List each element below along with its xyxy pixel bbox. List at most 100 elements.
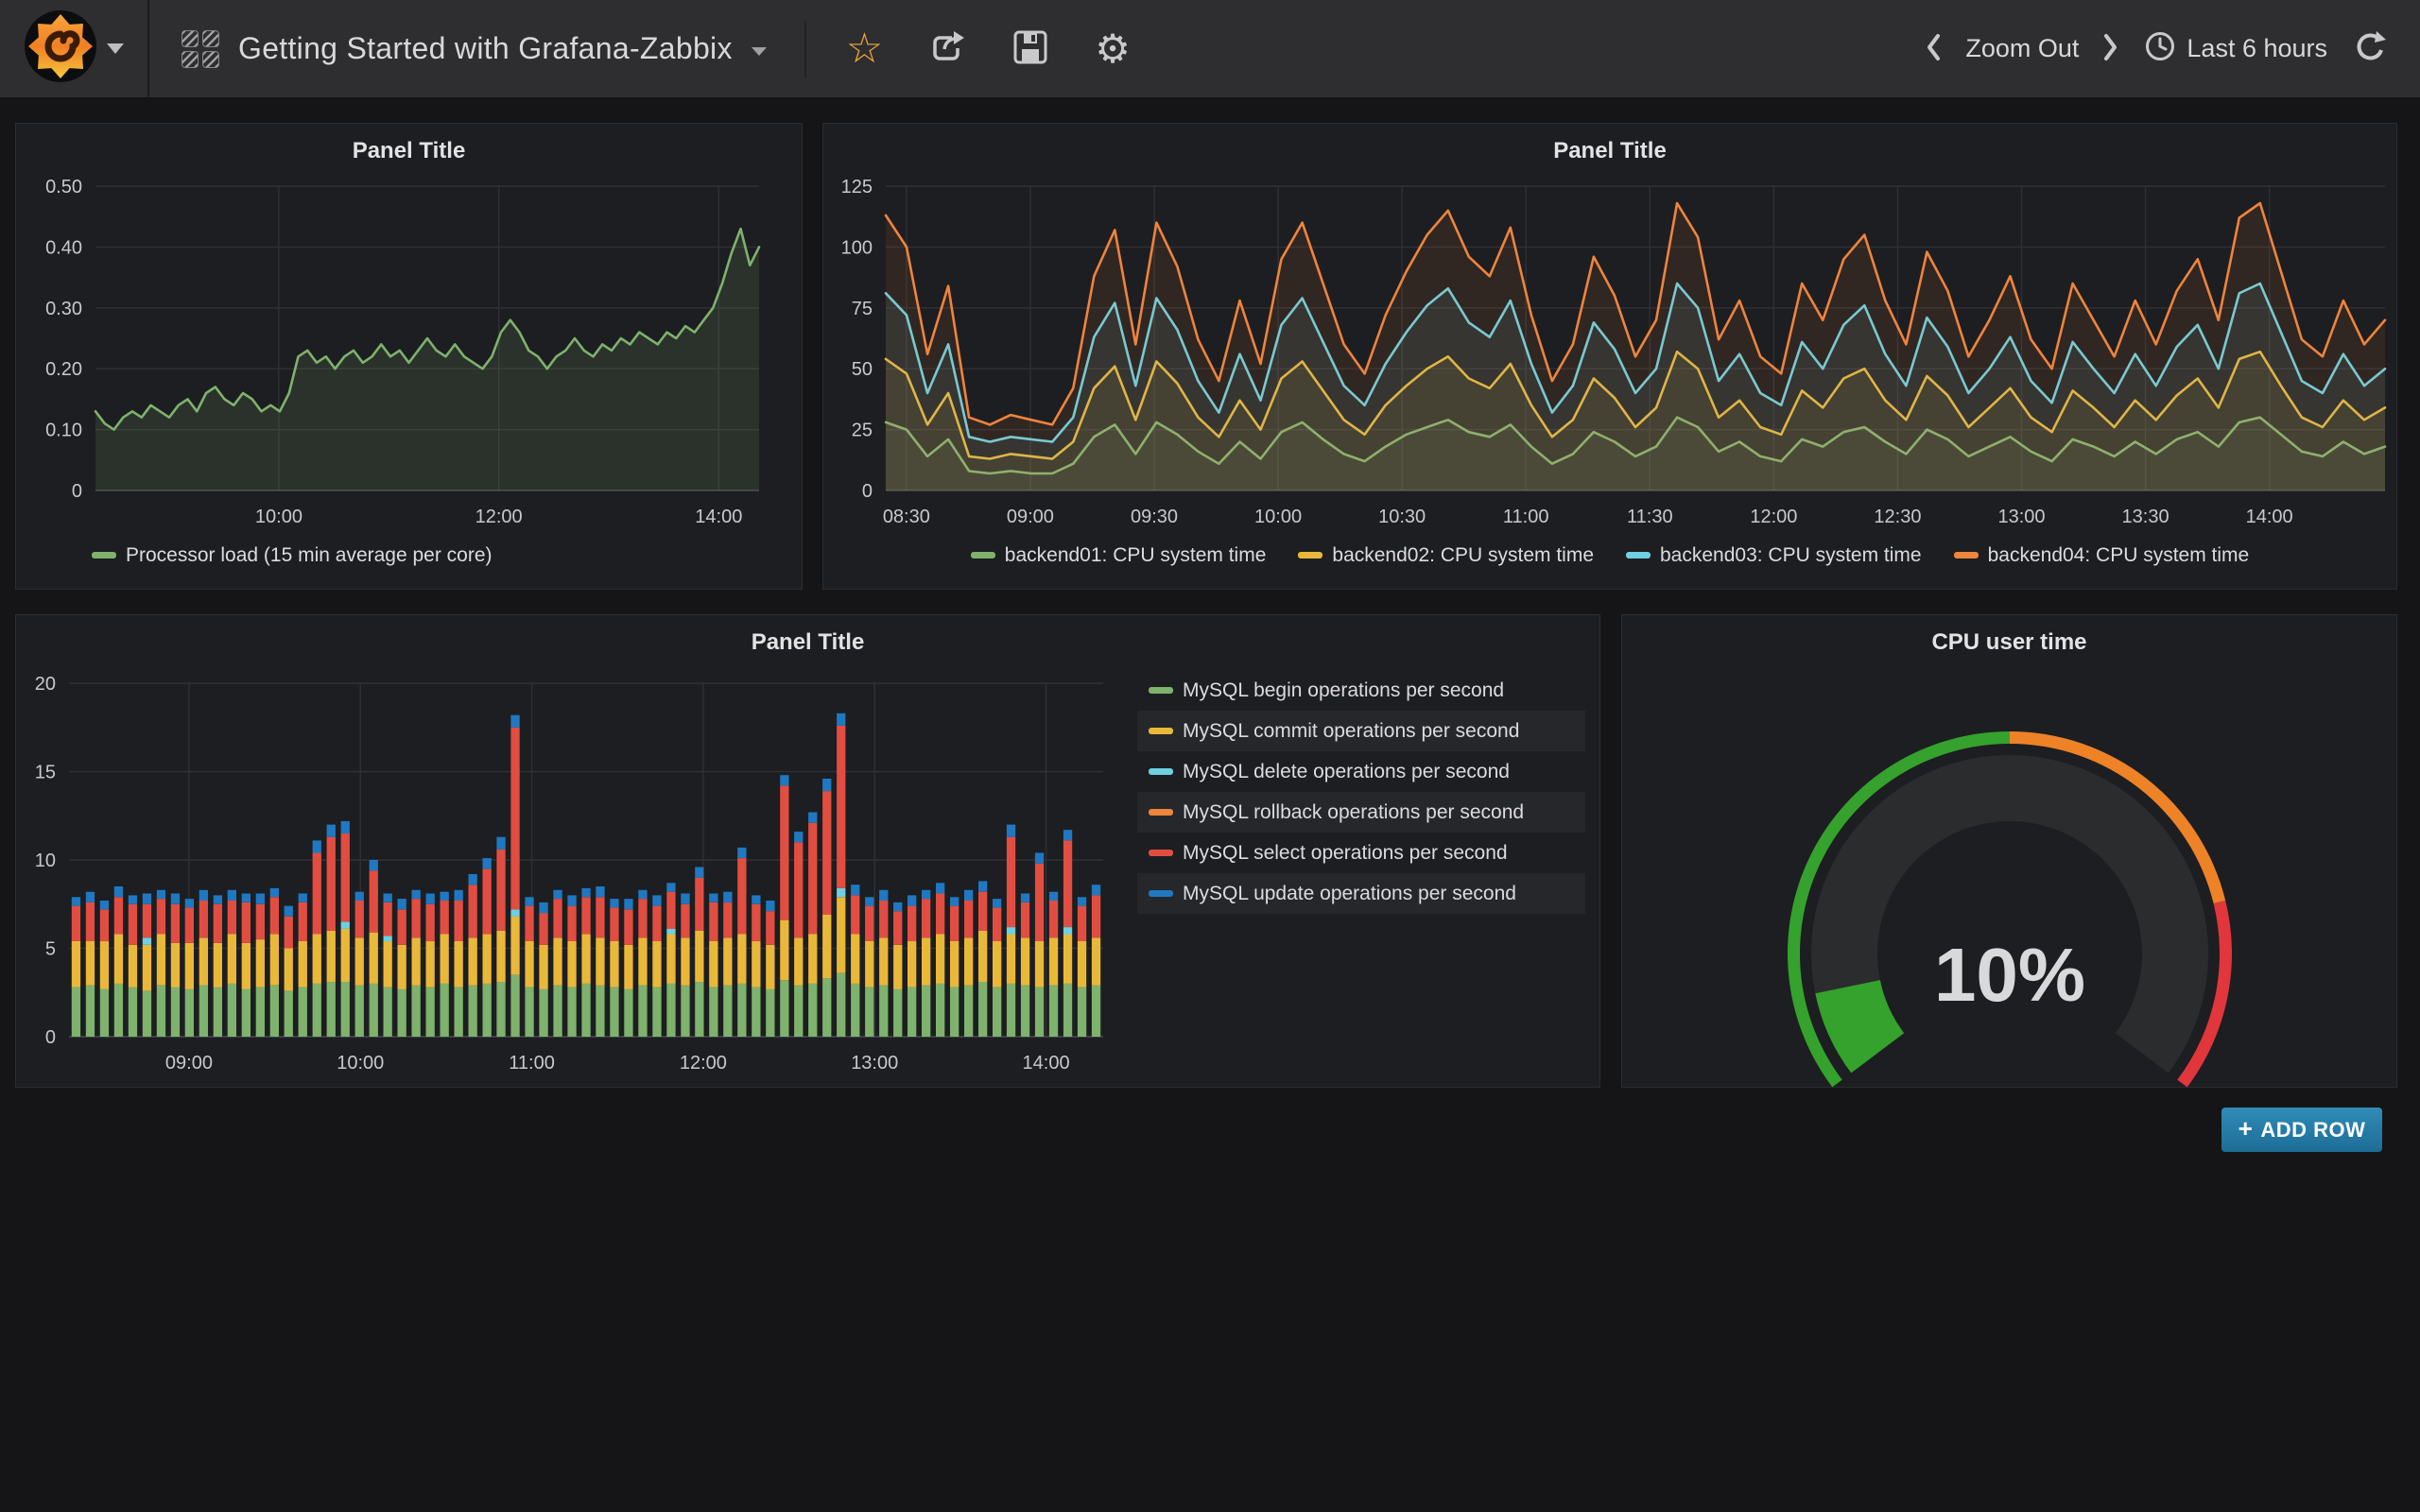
row-toggle-tab[interactable] xyxy=(0,621,12,675)
svg-text:0: 0 xyxy=(45,1027,56,1048)
svg-text:09:00: 09:00 xyxy=(1007,507,1054,527)
svg-text:14:00: 14:00 xyxy=(695,507,742,527)
svg-text:0: 0 xyxy=(72,481,82,502)
dashboard-grid-icon xyxy=(182,30,219,68)
svg-text:100: 100 xyxy=(841,237,873,258)
refresh-icon xyxy=(2352,29,2388,68)
svg-text:50: 50 xyxy=(852,359,873,380)
svg-text:75: 75 xyxy=(852,299,873,319)
svg-text:0.20: 0.20 xyxy=(45,359,82,380)
legend-series-color xyxy=(1626,552,1651,558)
row-toggle-tab[interactable] xyxy=(0,123,12,177)
refresh-button[interactable] xyxy=(2352,29,2388,68)
svg-text:09:00: 09:00 xyxy=(165,1053,213,1074)
svg-text:12:00: 12:00 xyxy=(680,1053,727,1074)
legend-series-label: backend04: CPU system time xyxy=(1988,544,2250,567)
save-button[interactable] xyxy=(1011,28,1049,69)
time-range-label: Last 6 hours xyxy=(2187,34,2327,63)
legend-item[interactable]: backend03: CPU system time xyxy=(1626,544,1922,567)
legend-series-color xyxy=(92,552,116,558)
time-controls: Zoom Out Last 6 hours xyxy=(1926,29,2420,68)
svg-text:0.10: 0.10 xyxy=(45,421,82,441)
legend-series-color xyxy=(1149,687,1173,694)
legend-series-color xyxy=(1149,850,1173,856)
legend-item[interactable]: backend02: CPU system time xyxy=(1298,544,1594,567)
chevron-right-icon xyxy=(2103,32,2118,65)
zoom-out-button[interactable]: Zoom Out xyxy=(1965,34,2079,63)
cpu-system-time-chart[interactable]: 025507510012508:3009:0009:3010:0010:3011… xyxy=(823,124,2398,591)
share-button[interactable] xyxy=(928,28,966,69)
legend-item[interactable]: MySQL rollback operations per second xyxy=(1137,792,1585,833)
svg-text:20: 20 xyxy=(35,674,56,695)
cpu-user-time-gauge: 10% xyxy=(1622,670,2398,1089)
time-forward-button[interactable] xyxy=(2103,32,2118,65)
legend-item[interactable]: MySQL update operations per second xyxy=(1137,873,1585,914)
legend-series-label: MySQL begin operations per second xyxy=(1183,679,1504,702)
legend-item[interactable]: backend01: CPU system time xyxy=(971,544,1267,567)
svg-text:10:00: 10:00 xyxy=(255,507,302,527)
dashboard-actions: ☆ ⚙ xyxy=(804,21,1131,77)
plus-icon: + xyxy=(2238,1114,2254,1143)
legend-item[interactable]: backend04: CPU system time xyxy=(1954,544,2250,567)
chart-legend: Processor load (15 min average per core) xyxy=(92,541,493,567)
legend-series-color xyxy=(1298,552,1322,558)
svg-text:0: 0 xyxy=(862,481,873,502)
dashboard-title-dropdown[interactable]: Getting Started with Grafana-Zabbix xyxy=(182,30,767,68)
grafana-main-menu[interactable] xyxy=(0,0,149,98)
processor-load-chart[interactable]: 0 0.10 0.20 0.30 0.40 0.50 10:00 12:00 14:00 xyxy=(16,124,804,591)
time-back-button[interactable] xyxy=(1926,32,1941,65)
svg-text:10%: 10% xyxy=(1934,933,2085,1017)
panel-cpu-user-time: CPU user time 10% xyxy=(1621,614,2397,1088)
chart-legend: backend01: CPU system time backend02: CPU… xyxy=(823,541,2396,567)
svg-text:12:00: 12:00 xyxy=(475,507,523,527)
legend-series-color xyxy=(1149,768,1173,775)
legend-series-label: backend02: CPU system time xyxy=(1332,544,1594,567)
panel-processor-load: Panel Title 00.100.200.300.400.5010:0012… xyxy=(15,123,803,590)
svg-text:25: 25 xyxy=(852,421,873,441)
legend-series-label: Processor load (15 min average per core) xyxy=(126,544,493,567)
time-range-picker[interactable]: Last 6 hours xyxy=(2143,29,2327,68)
legend-series-label: MySQL update operations per second xyxy=(1183,883,1516,905)
legend-item[interactable]: MySQL begin operations per second xyxy=(1137,670,1585,711)
legend-item[interactable]: Processor load (15 min average per core) xyxy=(92,544,493,567)
svg-text:0.30: 0.30 xyxy=(45,299,82,319)
legend-series-color xyxy=(971,552,995,558)
svg-text:13:30: 13:30 xyxy=(2122,507,2169,527)
legend-item[interactable]: MySQL delete operations per second xyxy=(1137,751,1585,792)
legend-series-color xyxy=(1149,890,1173,897)
star-icon: ☆ xyxy=(846,28,883,70)
svg-text:0.50: 0.50 xyxy=(45,177,82,198)
svg-text:08:30: 08:30 xyxy=(883,507,930,527)
svg-text:10:00: 10:00 xyxy=(1254,507,1302,527)
legend-series-label: backend03: CPU system time xyxy=(1660,544,1922,567)
legend-series-label: MySQL rollback operations per second xyxy=(1183,801,1524,824)
legend-series-color xyxy=(1149,728,1173,734)
caret-down-icon xyxy=(107,43,124,54)
panel-title[interactable]: CPU user time xyxy=(1622,615,2396,670)
svg-text:14:00: 14:00 xyxy=(1023,1053,1070,1074)
legend-series-label: MySQL delete operations per second xyxy=(1183,761,1510,783)
svg-text:13:00: 13:00 xyxy=(851,1053,898,1074)
star-button[interactable]: ☆ xyxy=(846,28,883,70)
navbar: Getting Started with Grafana-Zabbix ☆ xyxy=(0,0,2420,98)
legend-item[interactable]: MySQL commit operations per second xyxy=(1137,711,1585,751)
caret-down-icon xyxy=(752,47,767,56)
svg-text:12:30: 12:30 xyxy=(1874,507,1921,527)
dashboard-title: Getting Started with Grafana-Zabbix xyxy=(238,31,733,66)
svg-text:11:00: 11:00 xyxy=(509,1053,555,1074)
legend-series-color xyxy=(1954,552,1979,558)
legend-item[interactable]: MySQL select operations per second xyxy=(1137,833,1585,873)
panel-cpu-system-time: Panel Title 025507510012508:3009:0009:30… xyxy=(822,123,2397,590)
gear-icon: ⚙ xyxy=(1095,29,1131,69)
add-row-label: ADD ROW xyxy=(2260,1118,2365,1143)
svg-text:11:00: 11:00 xyxy=(1503,507,1549,527)
svg-text:10:00: 10:00 xyxy=(337,1053,384,1074)
settings-button[interactable]: ⚙ xyxy=(1095,29,1131,69)
svg-text:14:00: 14:00 xyxy=(2246,507,2293,527)
svg-text:0.40: 0.40 xyxy=(45,237,82,258)
svg-text:5: 5 xyxy=(45,939,56,960)
svg-text:13:00: 13:00 xyxy=(1997,507,2045,527)
add-row-button[interactable]: + ADD ROW xyxy=(2221,1108,2382,1152)
legend-series-color xyxy=(1149,809,1173,816)
legend-series-label: MySQL commit operations per second xyxy=(1183,720,1519,743)
